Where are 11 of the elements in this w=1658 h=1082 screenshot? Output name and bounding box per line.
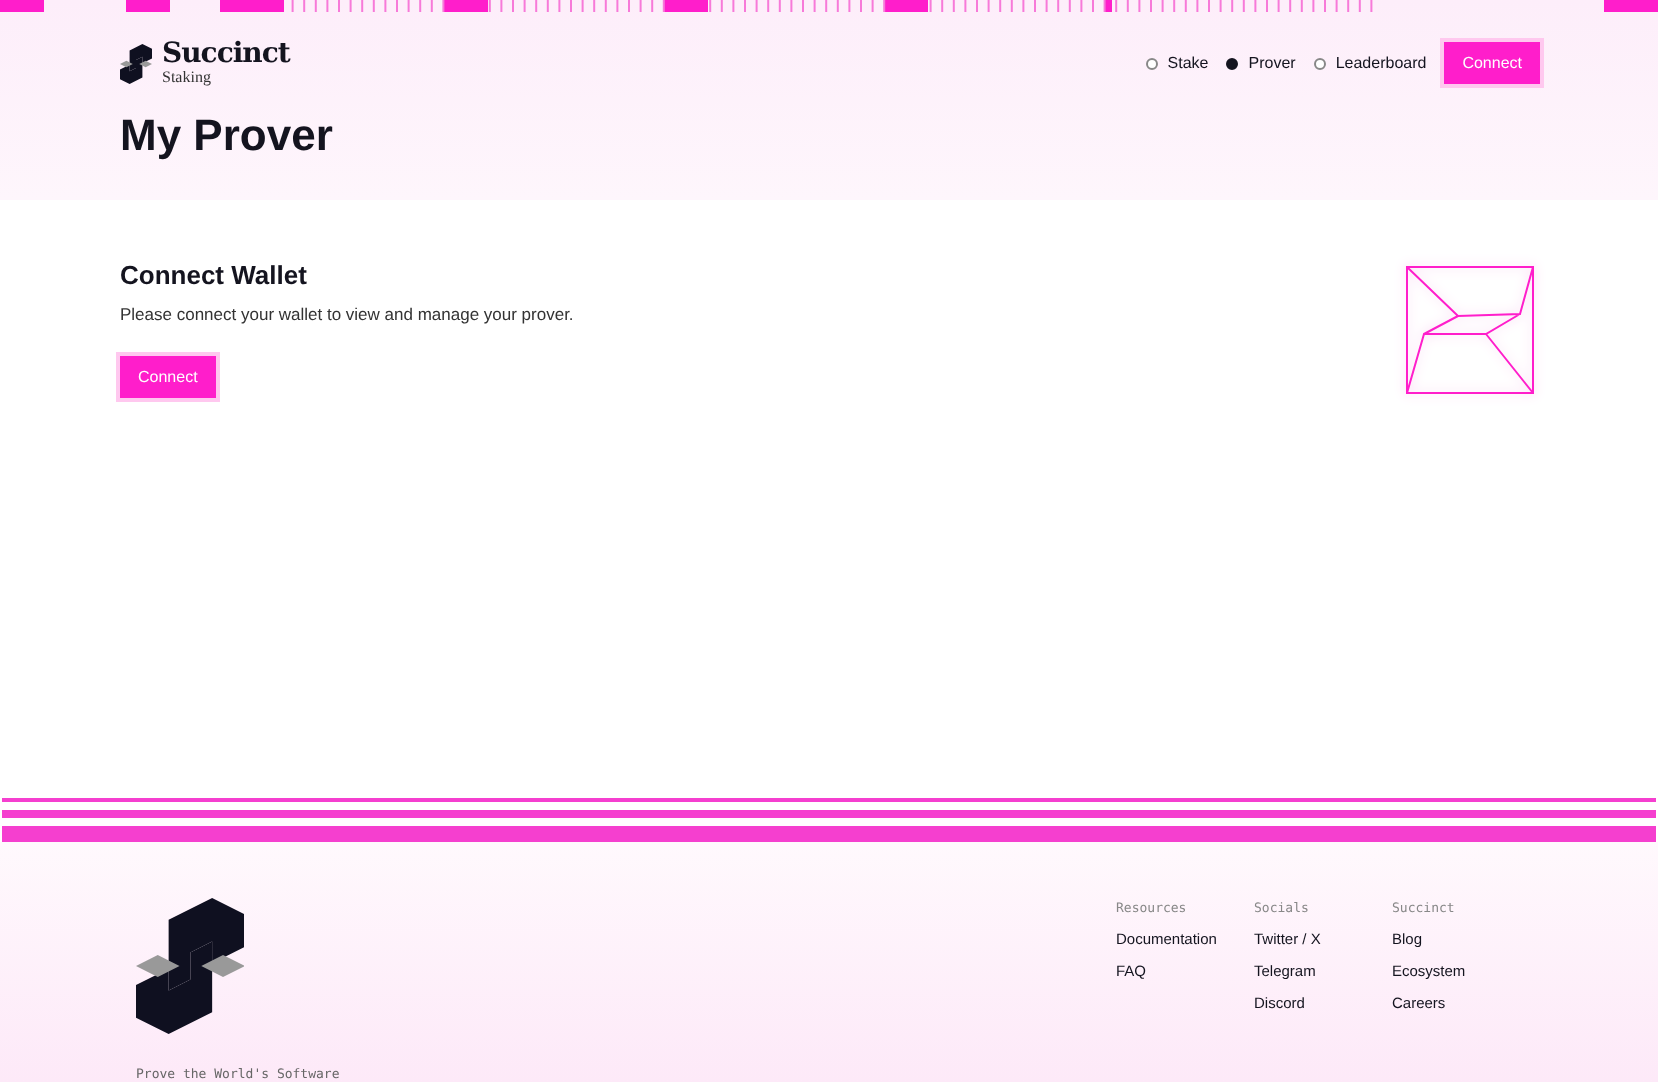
nav-link[interactable]: Prover bbox=[1226, 54, 1296, 72]
brand-name: Succinct bbox=[162, 40, 290, 68]
nav-link[interactable]: Stake bbox=[1145, 54, 1209, 72]
section-title: Connect Wallet bbox=[120, 260, 307, 290]
page-title: My Prover bbox=[120, 110, 335, 162]
brand-subtitle: Staking bbox=[162, 70, 213, 86]
logo-icon bbox=[136, 898, 245, 1034]
nav-link[interactable]: Leaderboard bbox=[1313, 54, 1427, 72]
logo-icon bbox=[120, 43, 152, 83]
wireframe-drawing bbox=[1406, 266, 1534, 394]
wallet-message: Please connect your wallet to view and manage your prover. bbox=[120, 304, 574, 324]
